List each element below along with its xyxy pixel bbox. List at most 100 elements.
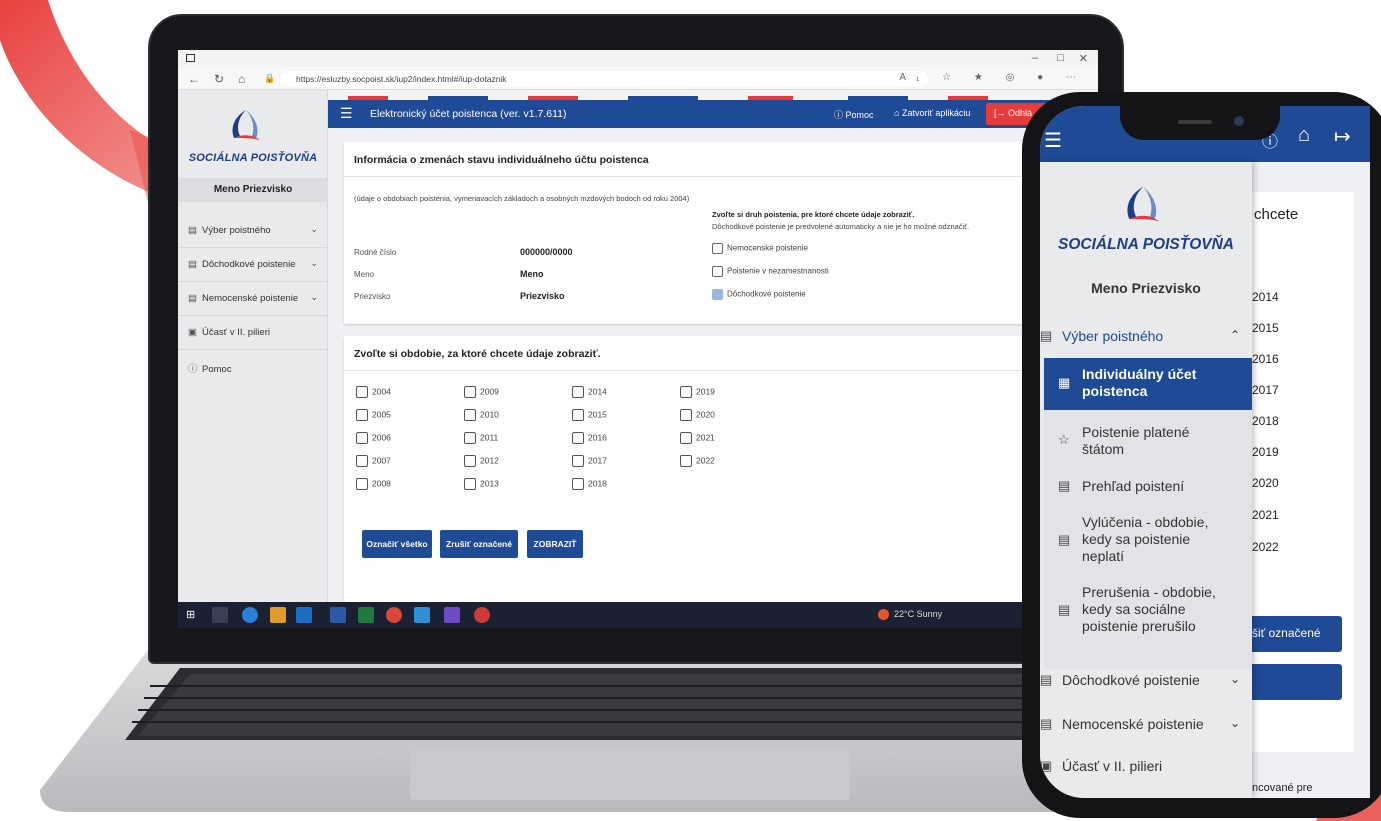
address-bar: ← ↻ ⌂ 🔒 https://esluzby.socpoist.sk/iup2… bbox=[178, 67, 1098, 90]
chrome-icon[interactable] bbox=[474, 607, 490, 623]
submenu-item-prerusenia[interactable]: ▤ Prerušenia - obdobie, kedy sa sociálne… bbox=[1044, 580, 1252, 642]
browser-toolbar-icons[interactable]: A₁ ☆ ★ ◎ ● ⋯ bbox=[899, 72, 1086, 83]
checkbox-box[interactable] bbox=[464, 455, 476, 467]
help-icon: ⓘ bbox=[188, 364, 198, 375]
checkbox-box[interactable] bbox=[464, 478, 476, 490]
checkbox-box[interactable] bbox=[356, 478, 368, 490]
checkbox-box[interactable] bbox=[712, 266, 723, 277]
checkbox-box[interactable] bbox=[680, 409, 692, 421]
drawer-item-dochodkove-poistenie[interactable]: ▤ Dôchodkové poistenie ⌄ bbox=[1040, 672, 1252, 692]
checkbox-box[interactable] bbox=[712, 243, 723, 254]
checkbox-box[interactable] bbox=[572, 455, 584, 467]
drawer-item-ucast-v-ii-pilieri[interactable]: ▣ Účasť v II. pilieri bbox=[1040, 758, 1252, 778]
checkbox-poistenie-v-nezamestnanosti[interactable]: Poistenie v nezamestnanosti bbox=[712, 266, 829, 277]
year-checkbox-2011[interactable]: 2011 bbox=[464, 432, 498, 444]
word-icon[interactable] bbox=[330, 607, 346, 623]
submenu-item-vylucenia[interactable]: ▤ Vylúčenia - obdobie, kedy sa poistenie… bbox=[1044, 510, 1252, 572]
logout-icon[interactable]: ↦ bbox=[1334, 124, 1351, 149]
sidebar-item-pomoc[interactable]: ⓘ Pomoc bbox=[178, 350, 328, 384]
heading-fragment: chcete bbox=[1254, 206, 1299, 223]
checkbox-box[interactable] bbox=[464, 432, 476, 444]
excel-icon[interactable] bbox=[358, 607, 374, 623]
checkbox-box[interactable] bbox=[356, 386, 368, 398]
checkbox-box[interactable] bbox=[464, 386, 476, 398]
year-checkbox-2012[interactable]: 2012 bbox=[464, 455, 499, 467]
submenu-item-label: Poistenie platené štátom bbox=[1082, 424, 1190, 457]
field-label: Priezvisko bbox=[354, 292, 391, 301]
year-checkbox-2021[interactable]: 2021 bbox=[680, 432, 715, 444]
sidebar-item-ucast-v-ii-pilieri[interactable]: ▣ Účasť v II. pilieri bbox=[178, 316, 328, 350]
app-icon[interactable] bbox=[414, 607, 430, 623]
file-explorer-icon[interactable] bbox=[270, 607, 286, 623]
checkbox-box[interactable] bbox=[464, 409, 476, 421]
refresh-icon[interactable]: ↻ bbox=[214, 72, 224, 86]
submenu-item-individualny-ucet[interactable]: ▦ Individuálny účet poistenca bbox=[1044, 358, 1252, 410]
tab-actions-icon[interactable] bbox=[186, 54, 195, 62]
checkbox-box[interactable] bbox=[356, 432, 368, 444]
checkbox-box[interactable] bbox=[680, 386, 692, 398]
checkbox-box[interactable] bbox=[572, 409, 584, 421]
minimize-icon[interactable]: – bbox=[1032, 52, 1038, 64]
sidebar-item-vyber-poistneho[interactable]: ▤ Výber poistného ⌄ bbox=[178, 214, 328, 248]
checkbox-box[interactable] bbox=[356, 455, 368, 467]
edge-icon[interactable] bbox=[242, 607, 258, 623]
home-icon[interactable]: ⌂ bbox=[238, 72, 245, 86]
year-checkbox-2009[interactable]: 2009 bbox=[464, 386, 499, 398]
year-checkbox-2022[interactable]: 2022 bbox=[680, 455, 715, 467]
year-checkbox-2015[interactable]: 2015 bbox=[572, 409, 607, 421]
year-checkbox-2013[interactable]: 2013 bbox=[464, 478, 499, 490]
year-checkbox-2008[interactable]: 2008 bbox=[356, 478, 391, 490]
year-checkbox-2017[interactable]: 2017 bbox=[572, 455, 607, 467]
year-label: 2005 bbox=[372, 409, 391, 420]
submenu-item-poistenie-platene-statom[interactable]: ☆ Poistenie platené štátom bbox=[1044, 414, 1252, 468]
weather-icon bbox=[878, 609, 889, 620]
list-icon: ▤ bbox=[1058, 532, 1071, 547]
checkbox-box[interactable] bbox=[572, 386, 584, 398]
year-checkbox-2010[interactable]: 2010 bbox=[464, 409, 499, 421]
sidebar-item-dochodkove-poistenie[interactable]: ▤ Dôchodkové poistenie ⌄ bbox=[178, 248, 328, 282]
show-button[interactable] bbox=[1246, 664, 1342, 700]
hamburger-menu-icon[interactable]: ☰ bbox=[340, 105, 353, 122]
year-checkbox-2016[interactable]: 2016 bbox=[572, 432, 607, 444]
submenu-item-label: Prehľad poistení bbox=[1082, 478, 1185, 494]
checkbox-box[interactable] bbox=[680, 455, 692, 467]
maximize-icon[interactable]: □ bbox=[1057, 52, 1064, 64]
divider bbox=[344, 176, 1064, 177]
close-window-icon[interactable]: ✕ bbox=[1079, 52, 1088, 65]
year-checkbox-2007[interactable]: 2007 bbox=[356, 455, 391, 467]
checkbox-box[interactable] bbox=[572, 478, 584, 490]
hamburger-menu-icon[interactable]: ☰ bbox=[1044, 128, 1062, 153]
show-button[interactable]: ZOBRAZIŤ bbox=[527, 530, 583, 558]
year-checkbox-2018[interactable]: 2018 bbox=[572, 478, 607, 490]
clear-selection-button[interactable]: Zrušiť označené bbox=[440, 530, 518, 558]
year-checkbox-2006[interactable]: 2006 bbox=[356, 432, 391, 444]
outlook-icon[interactable] bbox=[296, 607, 312, 623]
year-checkbox-2005[interactable]: 2005 bbox=[356, 409, 391, 421]
chevron-down-icon: ⌄ bbox=[1229, 716, 1240, 730]
home-icon[interactable]: ⌂ bbox=[1298, 124, 1310, 147]
app-icon[interactable] bbox=[386, 607, 402, 623]
url-field[interactable]: https://esluzby.socpoist.sk/iup2/index.h… bbox=[280, 71, 928, 87]
drawer-item-nemocenske-poistenie[interactable]: ▤ Nemocenské poistenie ⌄ bbox=[1040, 716, 1252, 736]
checkbox-box[interactable] bbox=[356, 409, 368, 421]
year-checkbox-2019[interactable]: 2019 bbox=[680, 386, 715, 398]
checkbox-box[interactable] bbox=[680, 432, 692, 444]
task-view-icon[interactable] bbox=[212, 607, 228, 623]
drawer-item-vyber-poistneho[interactable]: ▤ Výber poistného ⌃ bbox=[1040, 328, 1252, 348]
year-checkbox-2020[interactable]: 2020 bbox=[680, 409, 715, 421]
select-all-button[interactable]: Označiť všetko bbox=[362, 530, 432, 558]
submenu-item-label: Prerušenia - obdobie, kedy sa sociálne p… bbox=[1082, 584, 1216, 634]
year-checkbox-2014[interactable]: 2014 bbox=[572, 386, 607, 398]
close-app-button[interactable]: ⌂ Zatvoriť aplikáciu bbox=[894, 108, 970, 118]
help-button[interactable]: ⓘ Pomoc bbox=[834, 108, 874, 121]
back-icon[interactable]: ← bbox=[188, 72, 200, 86]
year-checkbox-2004[interactable]: 2004 bbox=[356, 386, 391, 398]
submenu-item-prehlad-poisteni[interactable]: ▤ Prehľad poistení bbox=[1044, 472, 1252, 502]
phone-behind-content: chcete 2014 2015 2016 2017 2018 2019 202… bbox=[1246, 162, 1370, 798]
windows-start-icon[interactable]: ⊞ bbox=[186, 608, 202, 624]
checkbox-box[interactable] bbox=[572, 432, 584, 444]
checkbox-nemocenske-poistenie[interactable]: Nemocenské poistenie bbox=[712, 243, 808, 254]
teams-icon[interactable] bbox=[444, 607, 460, 623]
clear-selection-button[interactable]: šiť označené bbox=[1246, 616, 1342, 652]
sidebar-item-nemocenske-poistenie[interactable]: ▤ Nemocenské poistenie ⌄ bbox=[178, 282, 328, 316]
